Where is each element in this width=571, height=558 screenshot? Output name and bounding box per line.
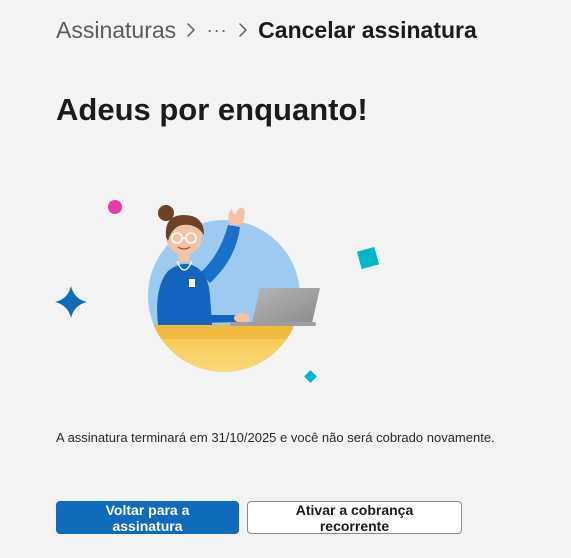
breadcrumb-link-assinaturas[interactable]: Assinaturas [56,17,176,44]
chevron-right-icon [228,14,258,46]
breadcrumb: Assinaturas ··· Cancelar assinatura [56,14,477,46]
breadcrumb-current: Cancelar assinatura [258,16,477,43]
page-title: Adeus por enquanto! [56,92,368,127]
farewell-illustration [50,195,390,390]
back-to-subscription-button[interactable]: Voltar para a assinatura [56,501,239,534]
chevron-right-icon [176,14,206,46]
enable-recurring-billing-button[interactable]: Ativar a cobrança recorrente [247,501,462,534]
small-teal-diamond-decoration [304,370,317,383]
cancellation-message: A assinatura terminará em 31/10/2025 e v… [56,430,495,445]
pink-dot-decoration [108,200,122,214]
sparkle-icon [55,286,87,318]
teal-diamond-decoration [356,246,380,270]
breadcrumb-overflow-button[interactable]: ··· [206,14,228,46]
